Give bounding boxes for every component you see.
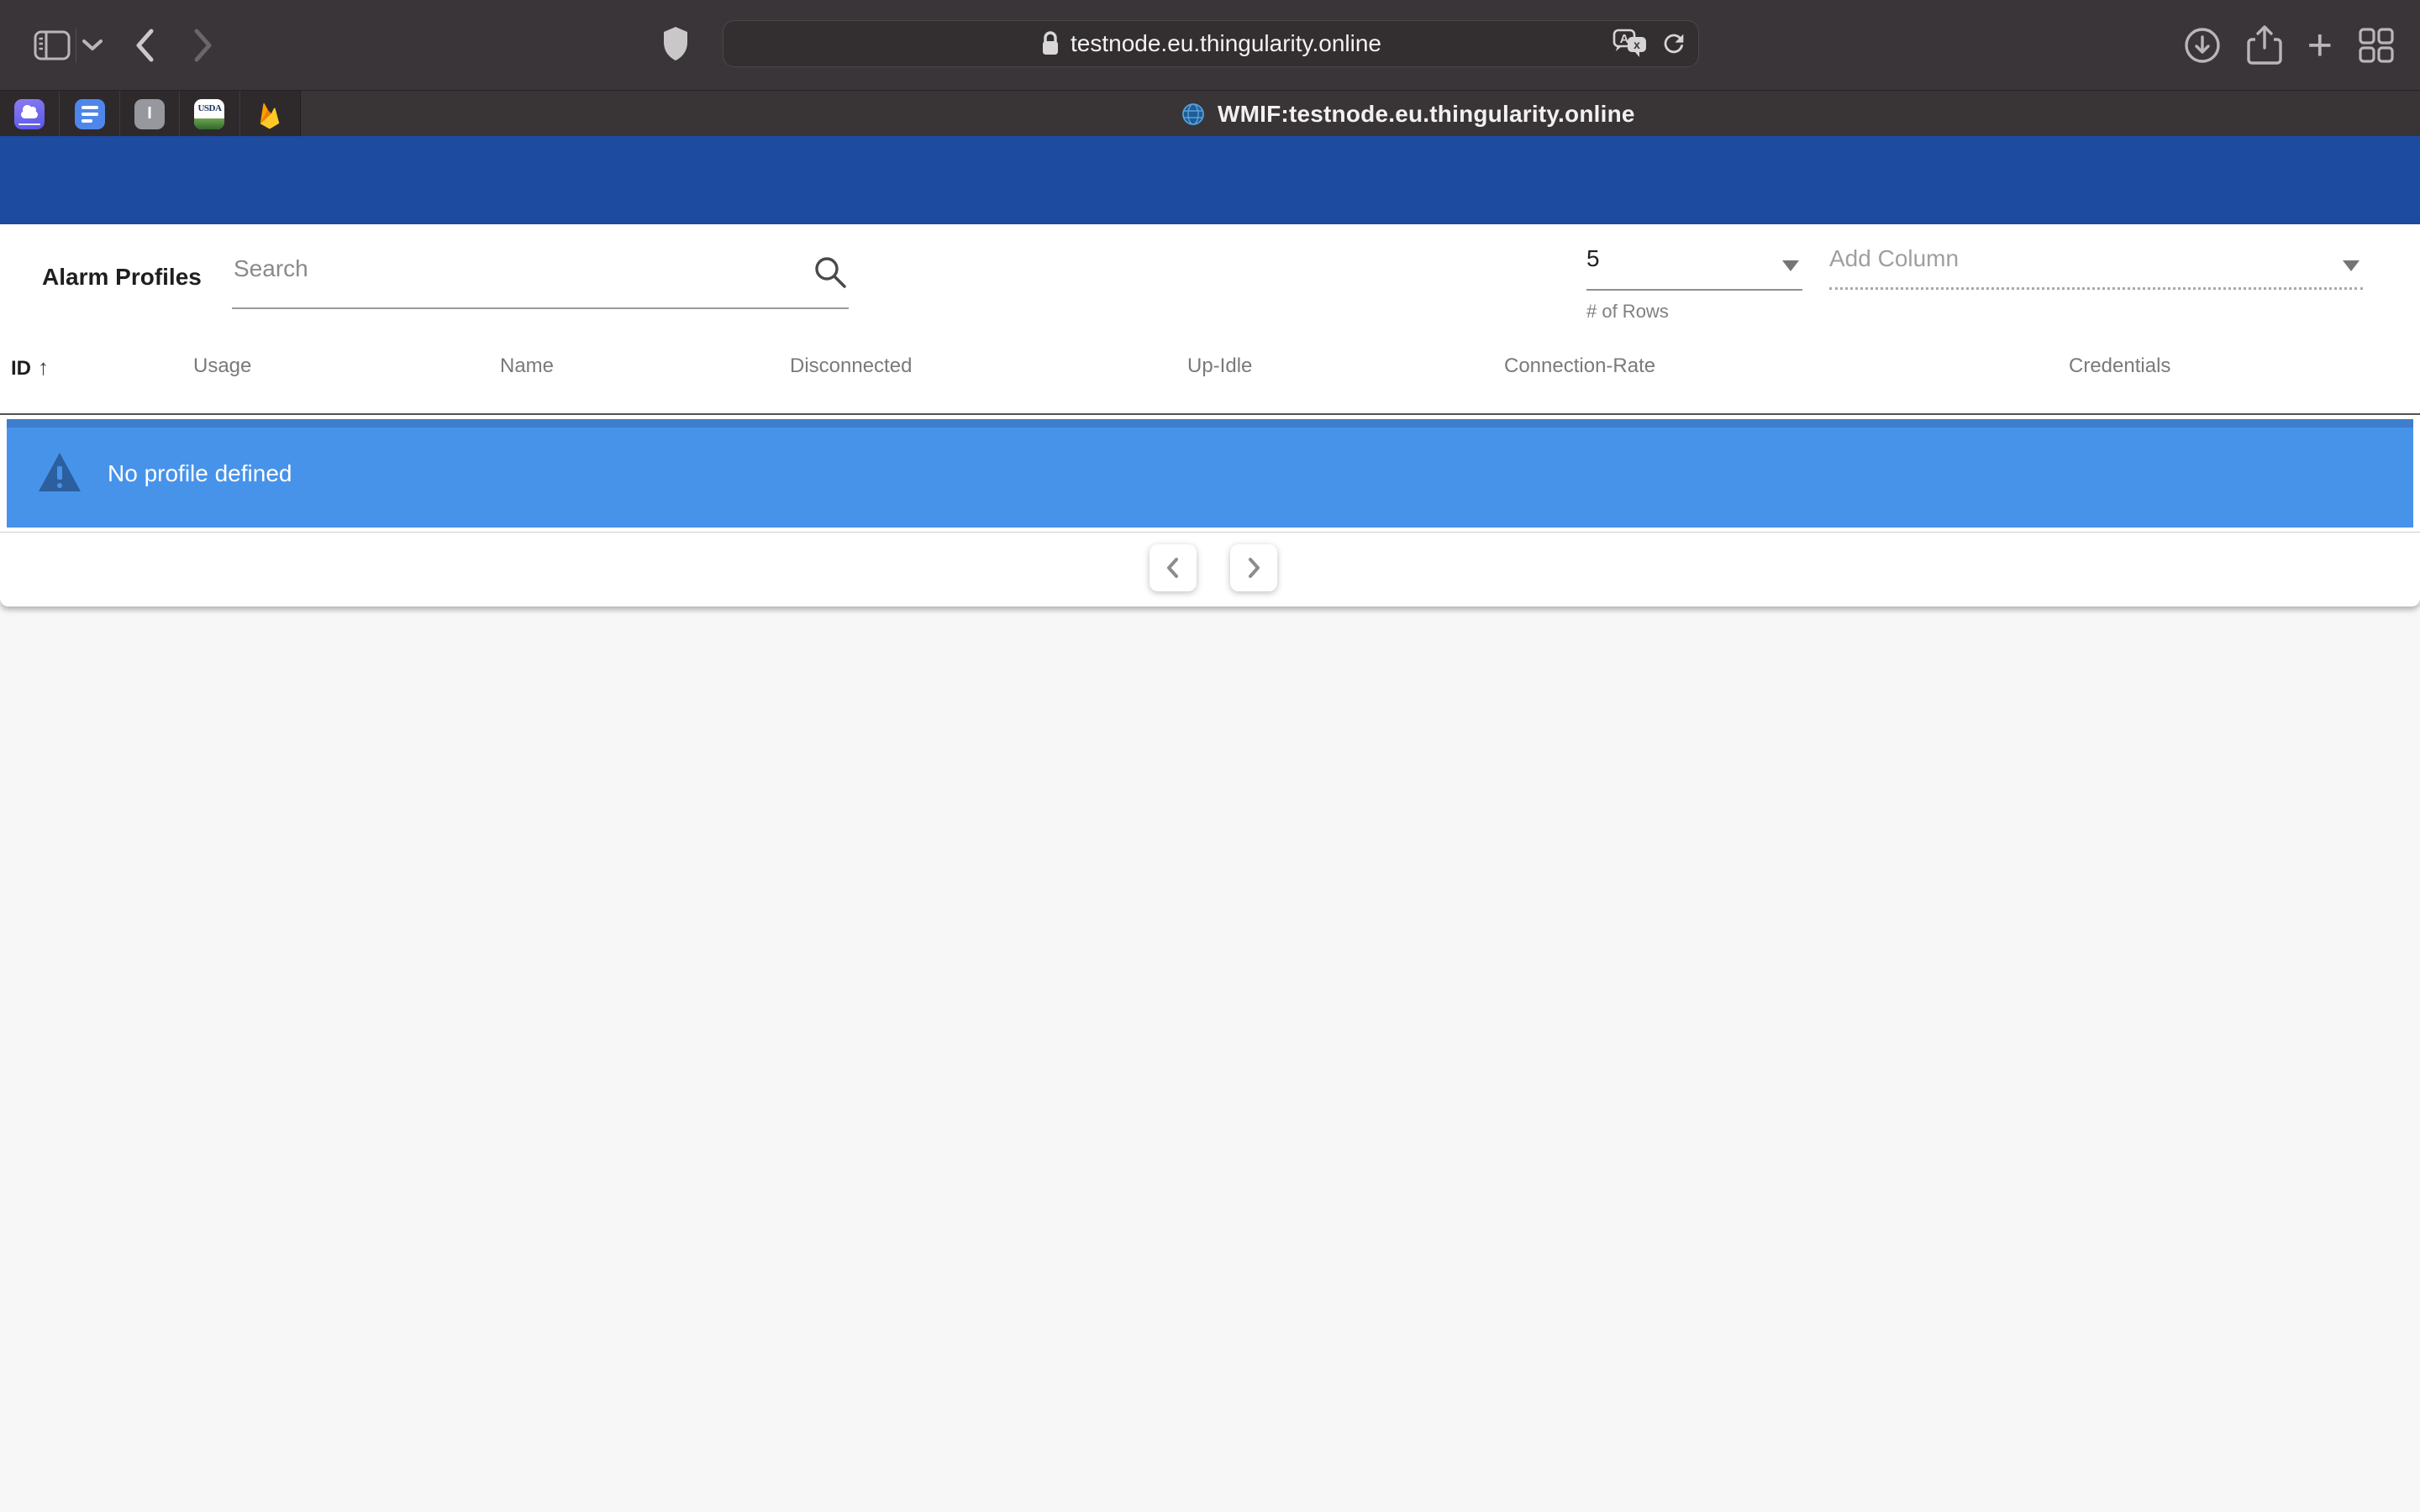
column-header-usage[interactable]: Usage (193, 354, 251, 378)
add-column-placeholder: Add Column (1829, 245, 1959, 271)
rows-per-page-value: 5 (1586, 245, 1600, 271)
rows-per-page-select[interactable]: 5 (1586, 245, 1802, 292)
previous-page-button[interactable] (1150, 544, 1197, 591)
info-app-icon: I (134, 99, 165, 129)
tab-title: WMIF:testnode.eu.thingularity.online (1218, 101, 1635, 128)
chevron-down-icon (2343, 260, 2360, 271)
pinned-tab-cloud[interactable] (0, 91, 60, 137)
globe-favicon (1181, 102, 1206, 127)
pinned-tab-firebase[interactable] (240, 91, 300, 137)
column-header-up-idle[interactable]: Up-Idle (1187, 354, 1252, 378)
column-header-credentials[interactable]: Credentials (2069, 354, 2170, 378)
pinned-tab-usda[interactable]: USDA (180, 91, 239, 137)
chevron-down-icon (1782, 260, 1799, 271)
column-header-disconnected[interactable]: Disconnected (790, 354, 912, 378)
tab-overview-icon[interactable] (2358, 27, 2395, 64)
tab-bar: I USDA (0, 90, 2420, 136)
svg-text:A: A (1620, 32, 1629, 46)
warning-triangle-icon (39, 453, 81, 491)
search-icon[interactable] (812, 254, 849, 291)
browser-toolbar: testnode.eu.thingularity.online A x (0, 0, 2420, 90)
search-input[interactable] (234, 255, 788, 282)
column-header-connection-rate[interactable]: Connection-Rate (1504, 354, 1655, 378)
sidebar-chevron-down-icon[interactable] (82, 39, 103, 52)
search-field (232, 249, 849, 309)
svg-text:x: x (1634, 38, 1640, 51)
privacy-shield-icon[interactable] (662, 25, 689, 62)
share-icon[interactable] (2247, 24, 2282, 66)
reload-icon[interactable] (1660, 29, 1688, 58)
empty-state-banner: No profile defined (7, 419, 2413, 528)
forward-button-icon[interactable] (192, 28, 214, 63)
next-page-button[interactable] (1230, 544, 1277, 591)
docs-app-icon (75, 99, 105, 129)
add-column-select[interactable]: Add Column (1829, 245, 2363, 291)
cloud-app-icon (14, 99, 45, 129)
pinned-tab-info[interactable]: I (120, 91, 180, 137)
list-bottom-divider (0, 532, 2420, 533)
firebase-icon (255, 98, 284, 130)
pinned-tabs: I USDA (0, 91, 301, 137)
new-tab-icon[interactable]: + (2307, 24, 2333, 67)
sort-ascending-icon: ↑ (38, 354, 49, 380)
address-bar[interactable]: testnode.eu.thingularity.online A x (723, 20, 1699, 67)
column-header-id[interactable]: ID↑ (11, 354, 49, 381)
back-button-icon[interactable] (134, 28, 155, 63)
lock-icon (1040, 30, 1060, 57)
section-title: Alarm Profiles (42, 264, 202, 291)
usda-site-icon: USDA (194, 99, 224, 129)
pinned-tab-docs[interactable] (60, 91, 119, 137)
table-header-divider (0, 413, 2420, 415)
column-header-name[interactable]: Name (500, 354, 554, 378)
translate-icon[interactable]: A x (1611, 27, 1649, 60)
url-text: testnode.eu.thingularity.online (1071, 30, 1381, 57)
active-tab[interactable]: WMIF:testnode.eu.thingularity.online (301, 91, 2420, 137)
rows-caption: # of Rows (1586, 301, 1669, 323)
downloads-icon[interactable] (2183, 26, 2222, 65)
empty-state-message: No profile defined (108, 419, 292, 528)
sidebar-toggle-icon[interactable] (34, 30, 71, 60)
app-header: Alarming Admin ? (0, 136, 2420, 224)
